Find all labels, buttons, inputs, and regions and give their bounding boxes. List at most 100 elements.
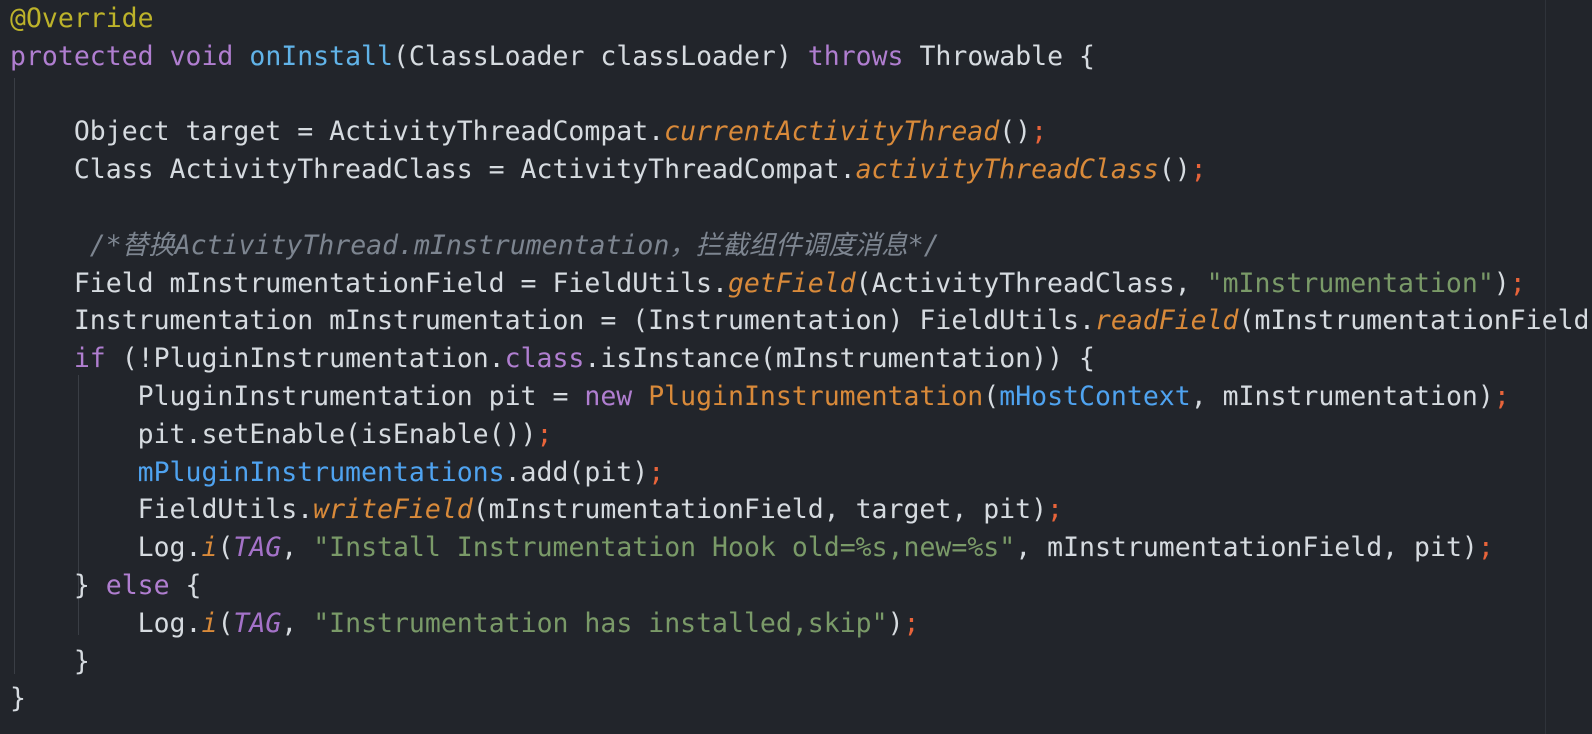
- code-token: Instrumentation mInstrumentation = (Inst…: [73, 305, 1095, 337]
- code-token: /*替换ActivityThread.mInstrumentation，拦截组件…: [89, 229, 940, 261]
- code-token: ;: [1509, 267, 1526, 299]
- code-token: readField: [1094, 305, 1239, 337]
- code-line[interactable]: Object target = ActivityThreadCompat.cur…: [10, 113, 1590, 151]
- code-token: , mInstrumentation): [1190, 380, 1494, 412]
- code-line[interactable]: Instrumentation mInstrumentation = (Inst…: [10, 302, 1590, 340]
- code-token: getField: [727, 267, 856, 299]
- code-line[interactable]: Log.i(TAG, "Install Instrumentation Hook…: [10, 529, 1590, 567]
- code-token: throws: [807, 40, 904, 72]
- code-token: class: [504, 343, 585, 375]
- code-token: "mInstrumentation": [1206, 267, 1494, 299]
- code-token: ;: [1477, 532, 1494, 564]
- code-token: (mInstrumentationField: [1238, 305, 1590, 337]
- code-token: TAG: [233, 607, 282, 639]
- code-token: ;: [1047, 494, 1064, 526]
- code-token: pit.setEnable(isEnable()): [137, 418, 537, 450]
- code-token: Field mInstrumentationField = FieldUtils…: [73, 267, 728, 299]
- code-token: ;: [1493, 380, 1510, 412]
- code-token: new: [584, 380, 633, 412]
- code-token: Throwable {: [903, 40, 1095, 72]
- code-line[interactable]: protected void onInstall(ClassLoader cla…: [10, 38, 1590, 76]
- code-line[interactable]: Log.i(TAG, "Instrumentation has installe…: [10, 605, 1590, 643]
- code-token: i: [201, 607, 218, 639]
- code-token: writeField: [313, 494, 473, 526]
- code-token: "Install Instrumentation Hook old=%s,new…: [313, 532, 1016, 564]
- code-token: ): [1493, 267, 1510, 299]
- code-line[interactable]: mPluginInstrumentations.add(pit);: [10, 454, 1590, 492]
- code-token: currentActivityThread: [664, 116, 1000, 148]
- code-line[interactable]: @Override: [10, 0, 1590, 38]
- code-line[interactable]: } else {: [10, 567, 1590, 605]
- code-line[interactable]: /*替换ActivityThread.mInstrumentation，拦截组件…: [10, 227, 1590, 265]
- code-token: ;: [648, 456, 665, 488]
- code-token: Object target = ActivityThreadCompat.: [73, 116, 665, 148]
- code-line[interactable]: }: [10, 680, 1590, 718]
- code-token: mHostContext: [999, 380, 1191, 412]
- code-line[interactable]: FieldUtils.writeField(mInstrumentationFi…: [10, 491, 1590, 529]
- code-token: PluginInstrumentation: [648, 380, 984, 412]
- code-token: @Override: [10, 3, 154, 34]
- code-line[interactable]: if (!PluginInstrumentation.class.isInsta…: [10, 340, 1590, 378]
- code-line[interactable]: [10, 189, 1590, 227]
- code-token: i: [201, 532, 218, 564]
- code-token: (!PluginInstrumentation.: [105, 343, 505, 375]
- code-token: (: [217, 532, 234, 564]
- code-token: }: [10, 683, 26, 715]
- code-token: (: [217, 607, 234, 639]
- code-token: activityThreadClass: [855, 154, 1159, 186]
- code-token: .isInstance(mInstrumentation)) {: [584, 343, 1095, 375]
- code-token: , mInstrumentationField, pit): [1015, 532, 1478, 564]
- code-token: (ActivityThreadClass,: [855, 267, 1207, 299]
- code-token: (): [999, 116, 1032, 148]
- code-token: onInstall: [249, 40, 393, 72]
- code-line[interactable]: pit.setEnable(isEnable());: [10, 416, 1590, 454]
- code-token: (): [1158, 154, 1191, 186]
- code-editor[interactable]: @Override protected void onInstall(ClassL…: [0, 0, 1592, 734]
- code-line[interactable]: Class ActivityThreadClass = ActivityThre…: [10, 151, 1590, 189]
- code-token: mPluginInstrumentations: [137, 456, 505, 488]
- code-token: ;: [903, 607, 920, 639]
- code-token: "Instrumentation has installed,skip": [313, 607, 888, 639]
- code-token: Log.: [137, 532, 202, 564]
- code-content[interactable]: @Override protected void onInstall(ClassL…: [10, 0, 1590, 718]
- code-token: ;: [1031, 116, 1048, 148]
- code-line[interactable]: [10, 76, 1590, 114]
- code-token: protected: [10, 40, 154, 72]
- code-line[interactable]: PluginInstrumentation pit = new PluginIn…: [10, 378, 1590, 416]
- code-token: ;: [536, 418, 553, 450]
- code-token: PluginInstrumentation pit =: [137, 380, 585, 412]
- code-token: (ClassLoader classLoader): [392, 40, 808, 72]
- code-token: ;: [1190, 154, 1207, 186]
- code-token: ): [887, 607, 904, 639]
- code-token: Class ActivityThreadClass = ActivityThre…: [73, 154, 856, 186]
- code-line[interactable]: Field mInstrumentationField = FieldUtils…: [10, 265, 1590, 303]
- code-token: void: [169, 40, 234, 72]
- code-token: ,: [281, 607, 314, 639]
- code-token: else: [105, 569, 170, 601]
- code-token: TAG: [233, 532, 282, 564]
- code-token: ,: [281, 532, 314, 564]
- code-token: (: [983, 380, 1000, 412]
- code-token: if: [73, 343, 106, 375]
- code-token: .add(pit): [504, 456, 649, 488]
- code-token: Log.: [137, 607, 202, 639]
- code-token: {: [169, 569, 202, 601]
- code-line[interactable]: }: [10, 643, 1590, 681]
